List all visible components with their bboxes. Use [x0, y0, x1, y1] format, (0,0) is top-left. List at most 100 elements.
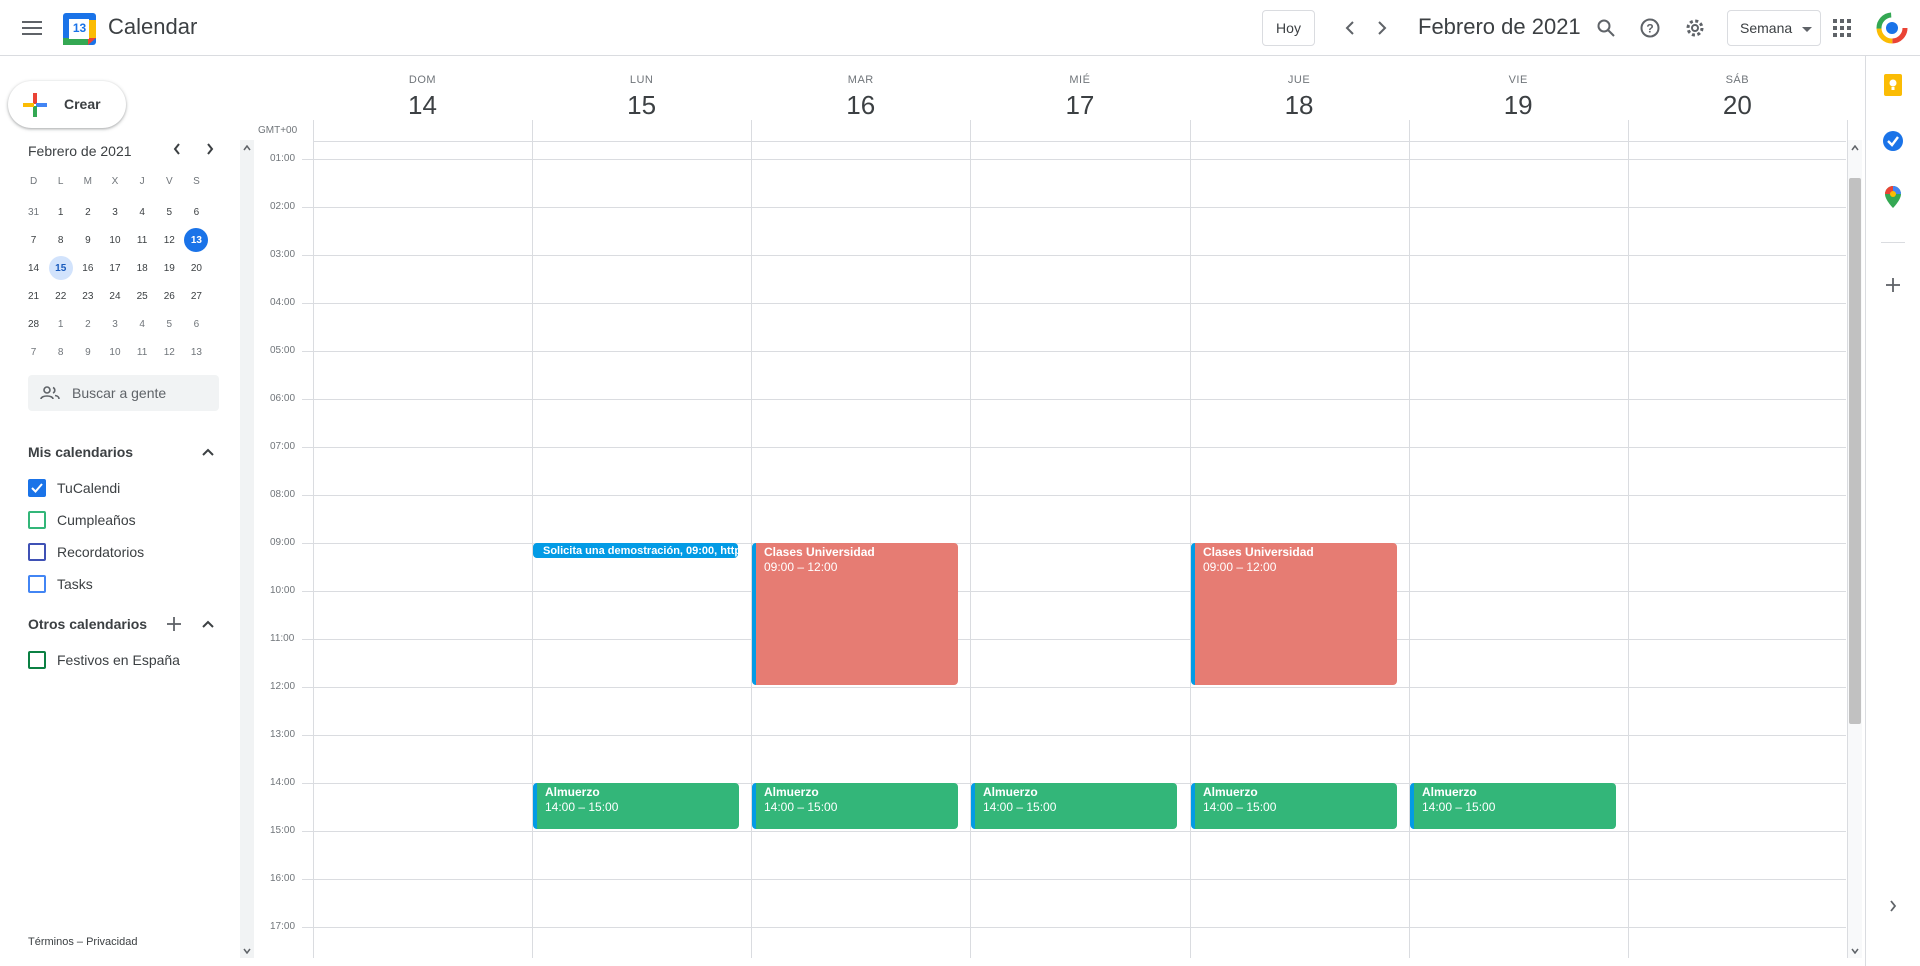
- mini-day[interactable]: 10: [101, 338, 128, 366]
- checkbox-unchecked-icon[interactable]: [28, 543, 46, 561]
- add-addon-plus-icon[interactable]: [1874, 266, 1912, 304]
- mini-day[interactable]: 27: [183, 282, 210, 310]
- terms-link[interactable]: Términos: [28, 936, 74, 948]
- mini-day[interactable]: 6: [183, 310, 210, 338]
- day-header[interactable]: SÁB 20: [1628, 58, 1847, 121]
- mini-day[interactable]: 25: [129, 282, 156, 310]
- calendar-event[interactable]: Solicita una demostración, 09:00, https:…: [533, 543, 738, 558]
- today-button[interactable]: Hoy: [1262, 10, 1315, 46]
- mini-day[interactable]: 11: [129, 338, 156, 366]
- search-icon[interactable]: [1586, 8, 1626, 48]
- day-header[interactable]: MIÉ 17: [970, 58, 1189, 121]
- mini-day[interactable]: 20: [183, 254, 210, 282]
- mini-day[interactable]: 4: [129, 198, 156, 226]
- calendar-event[interactable]: Almuerzo 14:00 – 15:00: [1410, 783, 1616, 829]
- privacy-link[interactable]: Privacidad: [86, 936, 137, 948]
- mini-day[interactable]: 4: [129, 310, 156, 338]
- mini-day[interactable]: 3: [101, 198, 128, 226]
- day-number[interactable]: 19: [1409, 90, 1628, 121]
- main-menu-icon[interactable]: [12, 8, 52, 48]
- mini-day[interactable]: 7: [20, 338, 47, 366]
- mini-day[interactable]: 23: [74, 282, 101, 310]
- day-number[interactable]: 20: [1628, 90, 1847, 121]
- help-icon[interactable]: ?: [1630, 8, 1670, 48]
- mini-day[interactable]: 31: [20, 198, 47, 226]
- calendar-list-item[interactable]: Festivos en España: [28, 648, 180, 672]
- mini-day[interactable]: 5: [156, 310, 183, 338]
- calendar-event[interactable]: Almuerzo 14:00 – 15:00: [752, 783, 958, 829]
- calendar-event[interactable]: Clases Universidad 09:00 – 12:00: [752, 543, 958, 685]
- calendar-list-item[interactable]: TuCalendi: [28, 476, 120, 500]
- mini-day[interactable]: 1: [47, 198, 74, 226]
- day-number[interactable]: 16: [751, 90, 970, 121]
- calendar-event[interactable]: Almuerzo 14:00 – 15:00: [1191, 783, 1397, 829]
- mini-day[interactable]: 21: [20, 282, 47, 310]
- checkbox-unchecked-icon[interactable]: [28, 511, 46, 529]
- mini-day[interactable]: 8: [47, 226, 74, 254]
- account-avatar[interactable]: [1872, 8, 1912, 48]
- my-calendars-collapse-icon[interactable]: [191, 432, 225, 472]
- mini-day[interactable]: 3: [101, 310, 128, 338]
- mini-day[interactable]: 6: [183, 198, 210, 226]
- app-title[interactable]: Calendar: [108, 14, 197, 40]
- mini-day[interactable]: 22: [47, 282, 74, 310]
- view-selector-dropdown[interactable]: Semana: [1727, 10, 1821, 46]
- calendar-logo-icon[interactable]: 13: [63, 13, 96, 45]
- other-calendars-title[interactable]: Otros calendarios: [28, 616, 147, 632]
- calendar-list-item[interactable]: Cumpleaños: [28, 508, 136, 532]
- mini-day[interactable]: 8: [47, 338, 74, 366]
- next-week-icon[interactable]: [1362, 8, 1402, 48]
- mini-day[interactable]: 11: [129, 226, 156, 254]
- mini-day[interactable]: 14: [20, 254, 47, 282]
- mini-day[interactable]: 19: [156, 254, 183, 282]
- mini-day[interactable]: 26: [156, 282, 183, 310]
- checkbox-checked-icon[interactable]: [28, 479, 46, 497]
- my-calendars-title[interactable]: Mis calendarios: [28, 444, 133, 460]
- mini-next-month-icon[interactable]: [193, 132, 227, 166]
- mini-day[interactable]: 28: [20, 310, 47, 338]
- day-number[interactable]: 18: [1190, 90, 1409, 121]
- other-calendars-collapse-icon[interactable]: [191, 604, 225, 644]
- mini-day[interactable]: 7: [20, 226, 47, 254]
- show-side-panel-chevron-icon[interactable]: [1874, 887, 1912, 925]
- mini-day[interactable]: 2: [74, 198, 101, 226]
- apps-grid-icon[interactable]: [1822, 8, 1862, 48]
- mini-day[interactable]: 9: [74, 226, 101, 254]
- checkbox-unchecked-icon[interactable]: [28, 575, 46, 593]
- mini-day[interactable]: 15: [47, 254, 74, 282]
- mini-day[interactable]: 9: [74, 338, 101, 366]
- day-number[interactable]: 14: [313, 90, 532, 121]
- day-header[interactable]: MAR 16: [751, 58, 970, 121]
- mini-prev-month-icon[interactable]: [160, 132, 194, 166]
- keep-icon[interactable]: [1874, 66, 1912, 104]
- day-header[interactable]: DOM 14: [313, 58, 532, 121]
- settings-gear-icon[interactable]: [1675, 8, 1715, 48]
- add-calendar-plus-icon[interactable]: [157, 604, 191, 644]
- search-people-input[interactable]: Buscar a gente: [28, 375, 219, 411]
- day-header[interactable]: LUN 15: [532, 58, 751, 121]
- left-scrollbar[interactable]: [240, 140, 254, 958]
- tasks-icon[interactable]: [1874, 122, 1912, 160]
- checkbox-unchecked-icon[interactable]: [28, 651, 46, 669]
- day-number[interactable]: 17: [970, 90, 1189, 121]
- calendar-event[interactable]: Almuerzo 14:00 – 15:00: [971, 783, 1177, 829]
- mini-day[interactable]: 18: [129, 254, 156, 282]
- mini-day[interactable]: 5: [156, 198, 183, 226]
- day-header[interactable]: JUE 18: [1190, 58, 1409, 121]
- mini-day[interactable]: 10: [101, 226, 128, 254]
- mini-day[interactable]: 13: [183, 226, 210, 254]
- mini-day[interactable]: 16: [74, 254, 101, 282]
- calendar-event[interactable]: Almuerzo 14:00 – 15:00: [533, 783, 739, 829]
- mini-day[interactable]: 12: [156, 338, 183, 366]
- calendar-list-item[interactable]: Recordatorios: [28, 540, 144, 564]
- day-header[interactable]: VIE 19: [1409, 58, 1628, 121]
- mini-day[interactable]: 1: [47, 310, 74, 338]
- mini-day[interactable]: 12: [156, 226, 183, 254]
- mini-day[interactable]: 13: [183, 338, 210, 366]
- mini-day[interactable]: 17: [101, 254, 128, 282]
- mini-day[interactable]: 24: [101, 282, 128, 310]
- create-button[interactable]: Crear: [8, 81, 126, 128]
- grid-scrollbar-thumb[interactable]: [1849, 178, 1861, 724]
- mini-day[interactable]: 2: [74, 310, 101, 338]
- day-number[interactable]: 15: [532, 90, 751, 121]
